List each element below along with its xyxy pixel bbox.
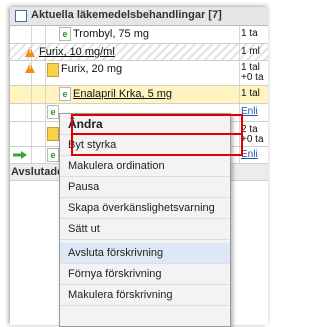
current-treatments-header: Aktuella läkemedelsbehandlingar [7]: [10, 7, 268, 26]
warning-icon: !: [25, 47, 35, 57]
paper-prescription-icon: [47, 127, 59, 141]
menu-item-fornya-forskrivning[interactable]: Förnya förskrivning: [60, 264, 230, 285]
dose-cell-extra: +0 ta: [241, 134, 264, 145]
menu-item-makulera-forskrivning[interactable]: Makulera förskrivning: [60, 285, 230, 306]
medication-name: Trombyl, 75 mg: [73, 28, 150, 40]
menu-item-avsluta-forskrivning[interactable]: Avsluta förskrivning: [60, 243, 230, 264]
dose-cell: 1 tal: [241, 88, 260, 99]
dose-cell: 1 ml: [241, 46, 260, 57]
paper-prescription-icon: [47, 63, 59, 77]
finished-treatments-label: Avslutade: [11, 166, 64, 178]
medication-row-enalapril[interactable]: e Enalapril Krka, 5 mg 1 tal: [10, 86, 268, 104]
select-all-checkbox[interactable]: [15, 10, 27, 22]
highlight-box-andra: [71, 114, 243, 135]
dose-cell: 2 ta: [241, 124, 258, 135]
dose-cell: 1 tal: [241, 62, 260, 73]
menu-item-satt-ut[interactable]: Sätt ut: [60, 219, 230, 240]
electronic-prescription-icon: e: [47, 148, 59, 162]
dose-link[interactable]: Enli: [241, 107, 258, 117]
menu-item-pausa[interactable]: Pausa: [60, 177, 230, 198]
medication-name: Enalapril Krka, 5 mg: [73, 88, 173, 100]
medication-row-furix-10[interactable]: ! Furix, 10 mg/ml 1 ml: [10, 44, 268, 61]
dose-link[interactable]: Enli: [241, 150, 258, 160]
medication-row-furix-20[interactable]: ! Furix, 20 mg 1 tal +0 ta: [10, 61, 268, 86]
highlight-box-byt-styrka: [71, 133, 243, 156]
menu-item-skapa-overkanslighetsvarning[interactable]: Skapa överkänslighetsvarning: [60, 198, 230, 219]
menu-item-makulera-ordination[interactable]: Makulera ordination: [60, 156, 230, 177]
medication-name: Furix, 20 mg: [61, 63, 123, 75]
dose-cell-extra: +0 ta: [241, 72, 264, 83]
medication-row-trombyl[interactable]: e Trombyl, 75 mg 1 ta: [10, 26, 268, 44]
warning-icon: !: [25, 63, 35, 73]
current-treatments-title: Aktuella läkemedelsbehandlingar [7]: [31, 9, 222, 21]
electronic-prescription-icon: e: [59, 27, 71, 41]
arrow-right-icon: [13, 151, 27, 159]
dose-cell: 1 ta: [241, 28, 258, 39]
electronic-prescription-icon: e: [47, 105, 59, 119]
medication-name: Furix, 10 mg/ml: [39, 46, 115, 58]
electronic-prescription-icon: e: [59, 87, 71, 101]
